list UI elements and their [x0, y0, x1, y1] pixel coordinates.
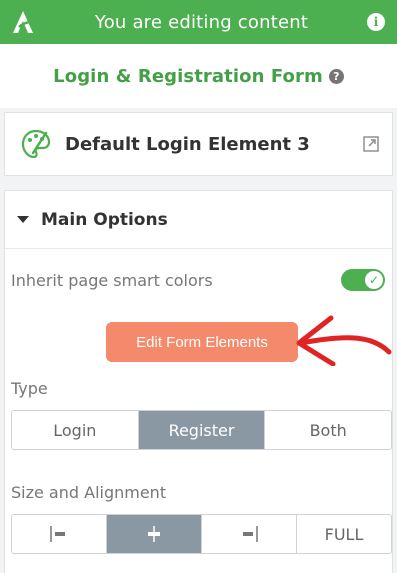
align-right-option[interactable]: [202, 515, 297, 553]
smart-colors-label: Inherit page smart colors: [11, 270, 213, 290]
edit-form-elements-button[interactable]: Edit Form Elements: [106, 322, 298, 362]
editor-topbar: You are editing content i: [0, 0, 397, 44]
element-template-card[interactable]: Default Login Element 3: [4, 112, 393, 176]
external-link-icon[interactable]: [362, 135, 380, 153]
help-icon[interactable]: ?: [328, 68, 344, 84]
smart-colors-toggle[interactable]: ✓: [341, 269, 385, 291]
element-type-title: Login & Registration Form: [53, 65, 323, 87]
info-icon[interactable]: i: [367, 13, 385, 31]
size-alignment-label: Size and Alignment: [11, 483, 167, 502]
align-center-icon: [148, 526, 160, 542]
type-option-login[interactable]: Login: [12, 411, 139, 449]
main-options-title: Main Options: [41, 209, 168, 230]
editing-status-text: You are editing content: [94, 11, 309, 33]
type-option-both[interactable]: Both: [265, 411, 391, 449]
smart-colors-row: Inherit page smart colors ✓: [11, 269, 389, 291]
main-options-header[interactable]: Main Options: [5, 191, 392, 249]
alignment-selector: FULL: [11, 514, 392, 554]
type-option-register[interactable]: Register: [138, 411, 266, 449]
align-center-option[interactable]: [107, 515, 202, 553]
type-label: Type: [11, 379, 48, 398]
caret-down-icon: [17, 216, 29, 223]
align-full-option[interactable]: FULL: [297, 515, 391, 553]
align-left-icon: [50, 526, 65, 542]
align-left-option[interactable]: [12, 515, 107, 553]
annotation-arrow-icon: [296, 315, 392, 366]
palette-icon: [21, 129, 51, 159]
element-heading: Login & Registration Form ?: [0, 44, 397, 108]
check-icon: ✓: [365, 271, 383, 289]
type-selector: Login Register Both: [11, 410, 392, 450]
element-template-name: Default Login Element 3: [65, 133, 310, 155]
main-options-panel: Main Options Inherit page smart colors ✓…: [4, 190, 393, 573]
align-right-icon: [243, 526, 258, 542]
